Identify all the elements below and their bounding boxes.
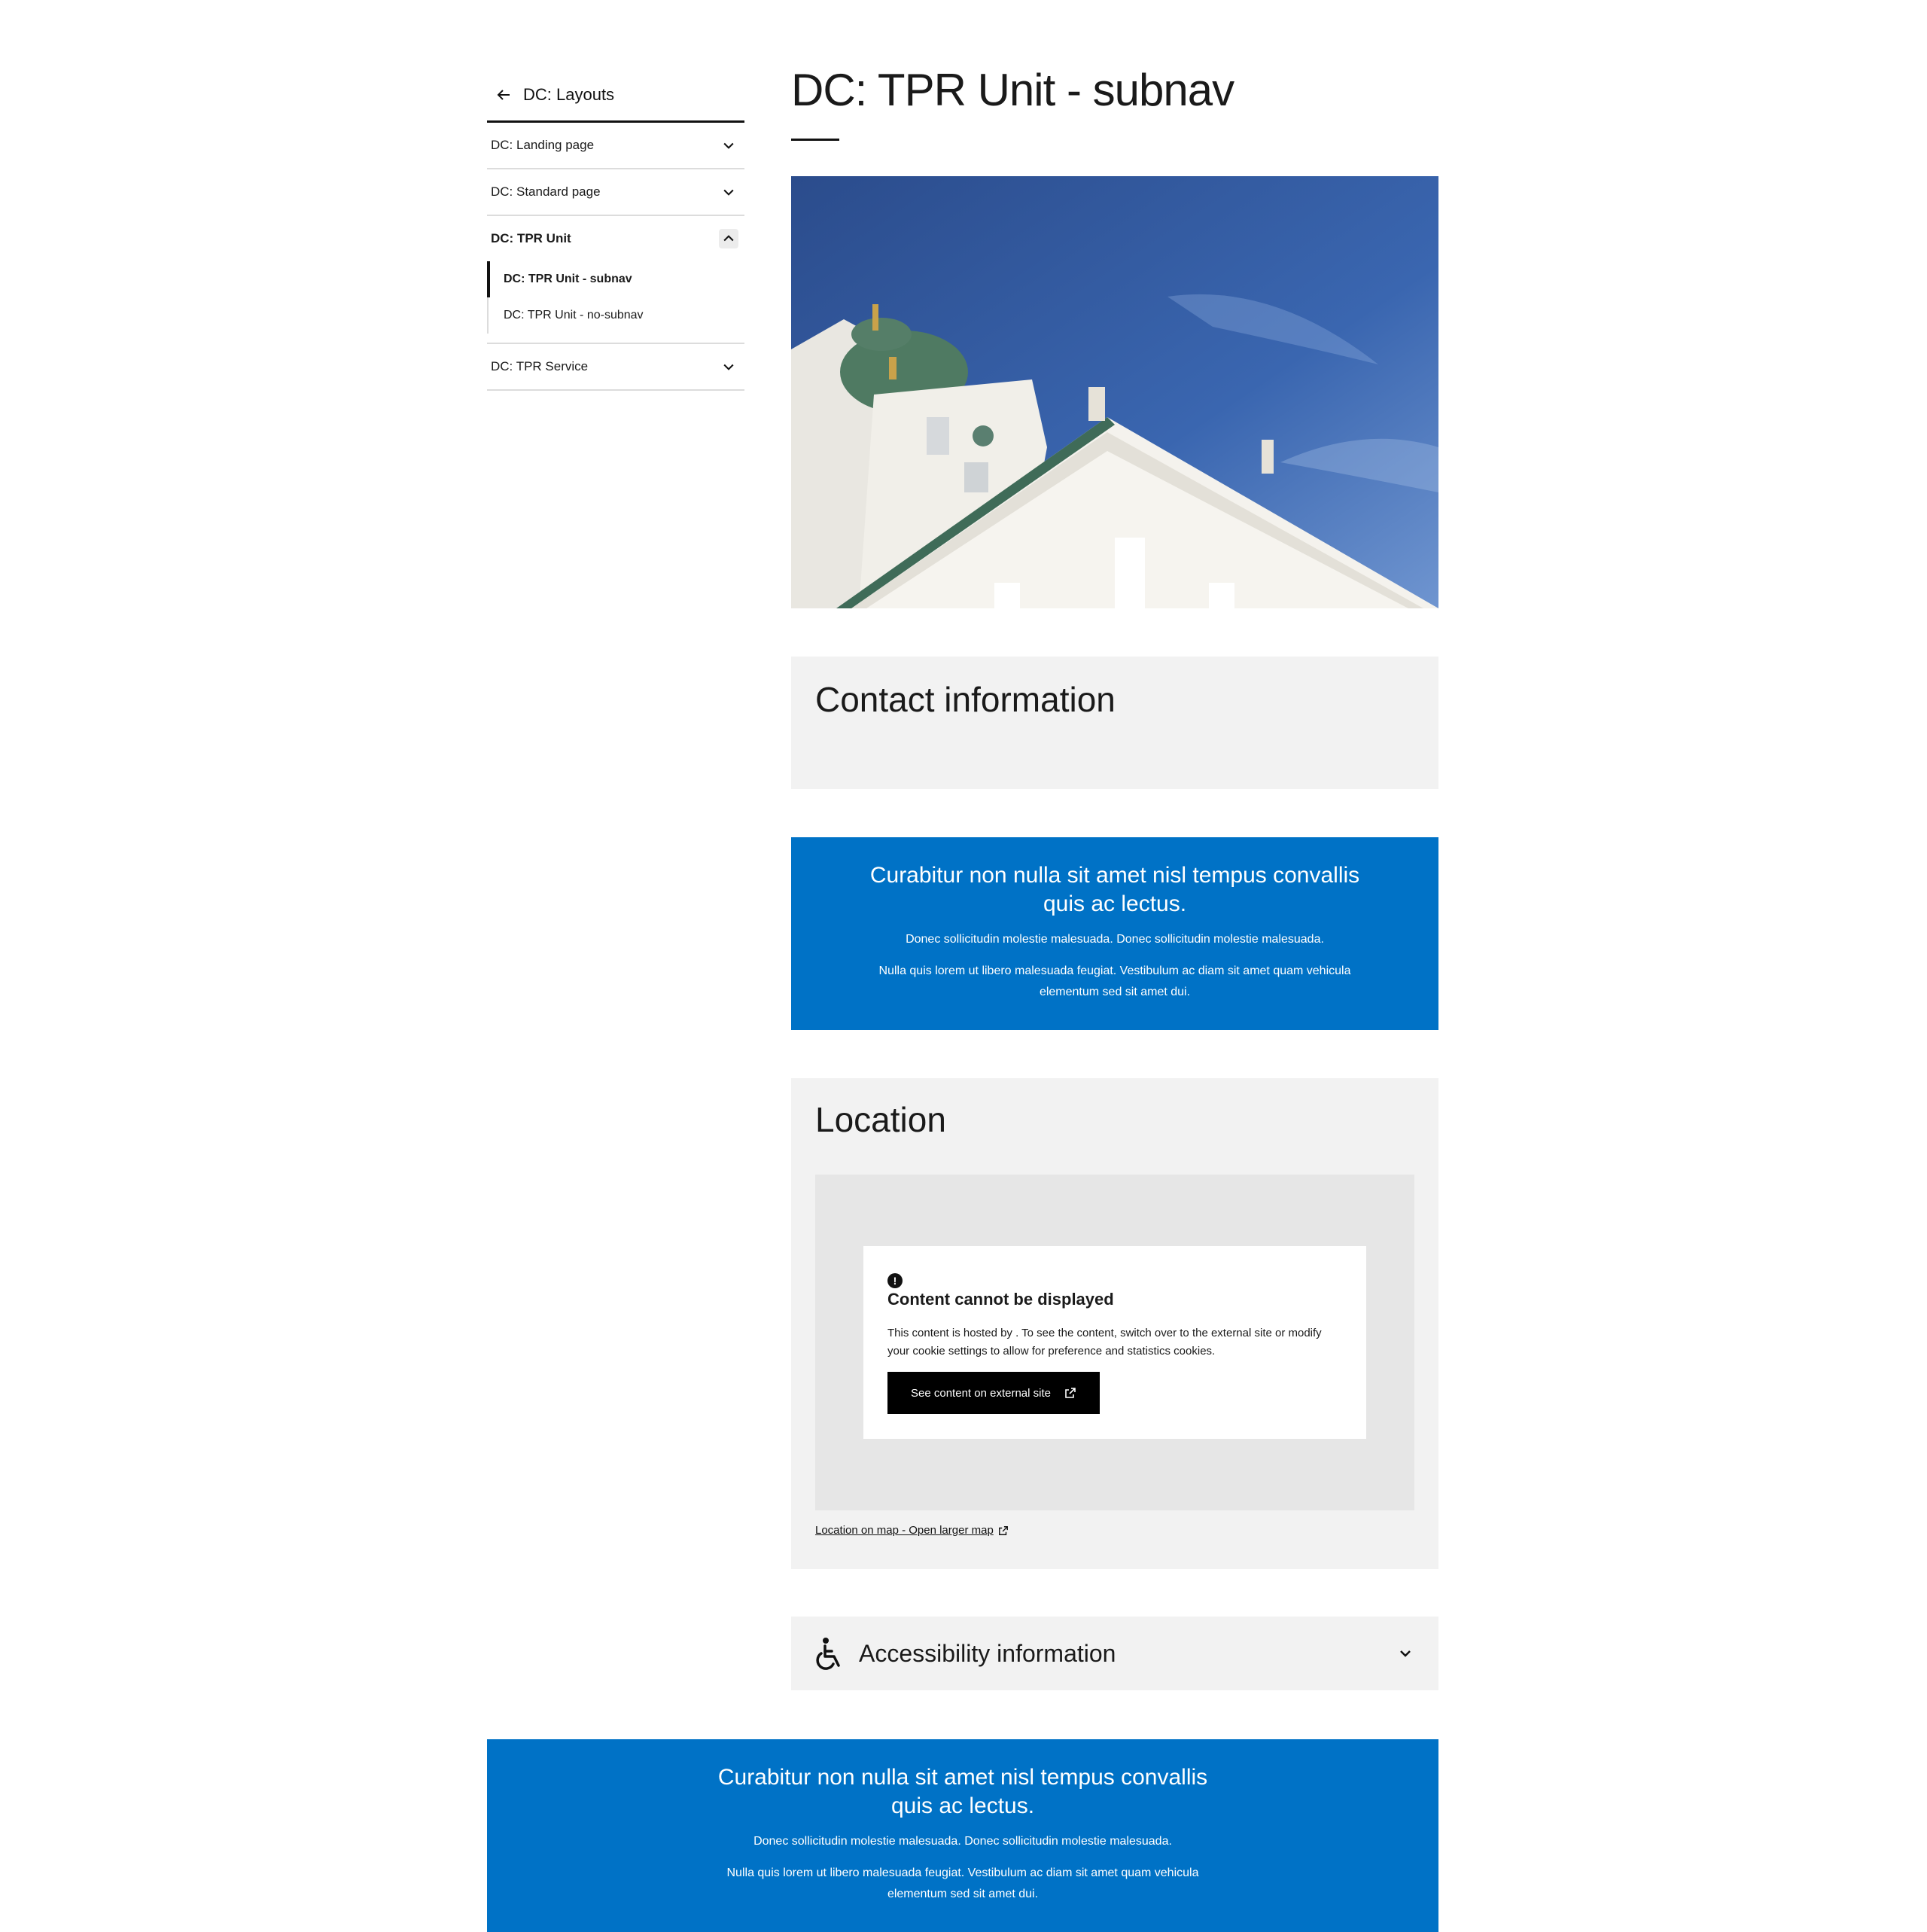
external-link-icon (998, 1525, 1008, 1535)
sidebar-item-label: DC: Standard page (491, 184, 601, 199)
page-title: DC: TPR Unit - subnav (791, 65, 1234, 115)
chevron-down-icon[interactable] (719, 182, 738, 202)
alert-icon: ! (887, 1273, 903, 1288)
banner-text: Nulla quis lorem ut libero malesuada feu… (726, 1866, 1199, 1900)
chevron-down-icon[interactable] (719, 136, 738, 155)
location-heading: Location (815, 1100, 946, 1139)
sidebar-item-landing-page[interactable]: DC: Landing page (487, 123, 744, 169)
banner-text: Nulla quis lorem ut libero malesuada feu… (878, 964, 1351, 998)
map-placeholder: ! Content cannot be displayed This conte… (815, 1175, 1414, 1510)
highlight-banner: Curabitur non nulla sit amet nisl tempus… (791, 837, 1438, 1030)
accessibility-accordion[interactable]: Accessibility information (791, 1617, 1438, 1690)
footer-highlight-banner: Curabitur non nulla sit amet nisl tempus… (487, 1739, 1438, 1932)
subnav-item-tpr-unit-subnav[interactable]: DC: TPR Unit - subnav (487, 261, 744, 297)
notice-title: Content cannot be displayed (887, 1290, 1114, 1309)
hero-image (791, 176, 1438, 608)
title-underline (791, 139, 839, 141)
main-header: DC: TPR Unit - subnav (791, 63, 1438, 141)
wheelchair-icon (816, 1638, 840, 1670)
subnav-list: DC: TPR Unit - subnav DC: TPR Unit - no-… (487, 261, 744, 344)
sidebar-item-standard-page[interactable]: DC: Standard page (487, 169, 744, 216)
external-link-icon (1065, 1388, 1076, 1398)
banner-text: Donec sollicitudin molestie malesuada. D… (906, 933, 1324, 946)
subnav-item-tpr-unit-no-subnav[interactable]: DC: TPR Unit - no-subnav (487, 297, 744, 334)
see-external-content-button[interactable]: See content on external site (887, 1372, 1100, 1414)
chevron-down-icon[interactable] (719, 357, 738, 376)
sidebar-item-tpr-unit[interactable]: DC: TPR Unit (487, 216, 744, 261)
cathedral-illustration (791, 176, 1438, 608)
contact-heading: Contact information (815, 680, 1116, 719)
back-link-label: DC: Layouts (523, 85, 615, 104)
banner-text: Donec sollicitudin molestie malesuada. D… (753, 1835, 1172, 1848)
arrow-left-icon (497, 90, 510, 100)
sidebar-item-label: DC: Landing page (491, 138, 595, 152)
chevron-up-icon[interactable] (719, 229, 738, 248)
contact-information-panel: Contact information (791, 657, 1438, 789)
side-navigation: DC: Layouts DC: Landing page DC: Standar… (487, 72, 744, 391)
map-link-label: Location on map - Open larger map (815, 1524, 994, 1537)
chevron-down-icon (1400, 1650, 1411, 1657)
banner-heading: Curabitur non nulla sit amet nisl tempus… (717, 1765, 1208, 1818)
banner-heading: Curabitur non nulla sit amet nisl tempus… (869, 863, 1360, 916)
accordion-label: Accessibility information (859, 1639, 1116, 1667)
location-panel: Location ! Content cannot be displayed T… (791, 1078, 1438, 1569)
sidebar-item-tpr-service[interactable]: DC: TPR Service (487, 344, 744, 391)
notice-text: This content is hosted by . To see the c… (887, 1327, 1322, 1358)
cookie-notice: ! Content cannot be displayed This conte… (863, 1246, 1366, 1439)
open-larger-map-link[interactable]: Location on map - Open larger map (815, 1524, 1009, 1537)
back-link[interactable]: DC: Layouts (487, 72, 744, 117)
sidebar-item-label: DC: TPR Unit (491, 231, 571, 245)
button-label: See content on external site (911, 1386, 1051, 1400)
sidebar-item-label: DC: TPR Service (491, 359, 589, 373)
